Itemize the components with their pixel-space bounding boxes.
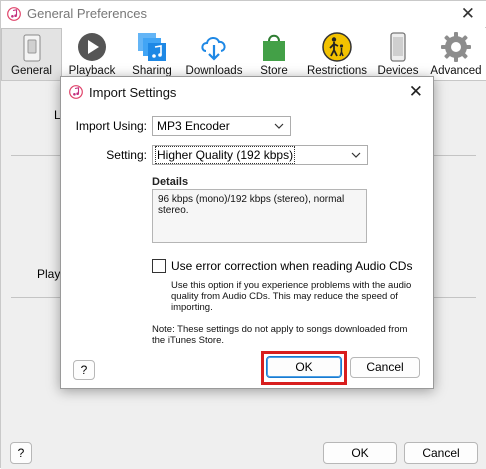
itunes-app-icon	[7, 7, 21, 21]
window-close-button[interactable]: ✕	[461, 4, 475, 24]
tab-store[interactable]: Store	[246, 28, 302, 80]
tab-devices[interactable]: Devices	[372, 28, 424, 80]
setting-value: Higher Quality (192 kbps)	[154, 146, 296, 164]
tab-downloads[interactable]: Downloads	[183, 28, 245, 80]
cloud-download-icon	[201, 37, 226, 61]
details-text: 96 kbps (mono)/192 kbps (stereo), normal…	[152, 189, 367, 243]
window-titlebar: General Preferences ✕	[1, 1, 486, 27]
preferences-toolbar: General Playback Sharing Downloads Store…	[1, 28, 486, 80]
tab-advanced-label: Advanced	[430, 65, 482, 77]
dialog-title: Import Settings	[89, 85, 177, 100]
preferences-ok-button[interactable]: OK	[323, 442, 397, 464]
preferences-cancel-button[interactable]: Cancel	[404, 442, 478, 464]
window-title: General Preferences	[27, 6, 147, 21]
setting-select[interactable]: Higher Quality (192 kbps)	[152, 145, 368, 165]
details-heading: Details	[152, 176, 189, 188]
import-settings-dialog: Import Settings ✕ Import Using: MP3 Enco…	[60, 76, 434, 389]
tab-sharing[interactable]: Sharing	[122, 28, 182, 80]
dialog-close-button[interactable]: ✕	[409, 82, 423, 102]
phone-icon	[390, 32, 406, 62]
import-using-select[interactable]: MP3 Encoder	[152, 116, 291, 136]
pane-divider	[11, 297, 63, 298]
sharing-icon	[138, 33, 166, 61]
dialog-cancel-button[interactable]: Cancel	[350, 357, 420, 378]
dialog-ok-button[interactable]: OK	[266, 356, 342, 378]
store-note: Note: These settings do not apply to son…	[152, 324, 408, 346]
tab-general-label: General	[11, 65, 52, 77]
error-correction-checkbox[interactable]	[152, 259, 166, 273]
import-using-value: MP3 Encoder	[157, 119, 230, 133]
dialog-titlebar: Import Settings ✕	[61, 77, 433, 107]
restrictions-icon	[322, 32, 352, 62]
general-switch-icon	[23, 34, 40, 62]
gear-icon	[441, 32, 471, 62]
tab-restrictions[interactable]: Restrictions	[303, 28, 371, 80]
chevron-down-icon	[274, 123, 284, 129]
tab-general[interactable]: General	[1, 28, 62, 80]
import-using-label: Import Using:	[75, 119, 147, 133]
help-button[interactable]: ?	[10, 442, 32, 464]
dialog-help-button[interactable]: ?	[73, 360, 95, 380]
itunes-app-icon	[69, 85, 83, 99]
pane-divider	[11, 155, 63, 156]
shopping-bag-icon	[263, 34, 285, 61]
pane-divider	[434, 155, 476, 156]
error-correction-hint: Use this option if you experience proble…	[171, 280, 412, 313]
error-correction-label[interactable]: Use error correction when reading Audio …	[171, 259, 412, 273]
chevron-down-icon	[351, 152, 361, 158]
pane-divider	[434, 297, 476, 298]
tab-advanced[interactable]: Advanced	[425, 28, 486, 80]
play-icon	[78, 33, 106, 61]
tab-playback[interactable]: Playback	[63, 28, 121, 80]
setting-label: Setting:	[106, 148, 147, 162]
